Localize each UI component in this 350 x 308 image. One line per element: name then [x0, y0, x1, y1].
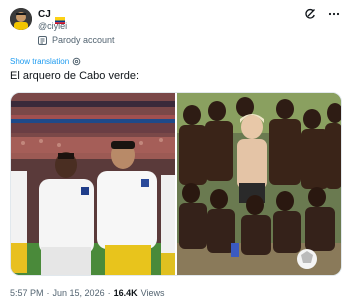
group-of-boys-photo[interactable] — [177, 93, 341, 275]
settings-gear-icon[interactable] — [72, 57, 81, 66]
tweet-time[interactable]: 5:57 PM — [10, 288, 44, 298]
tweet-text: El arquero de Cabo verde: — [10, 70, 140, 82]
more-icon[interactable] — [328, 8, 340, 20]
views-count: 16.4K — [113, 288, 138, 298]
tweet-date[interactable]: Jun 15, 2026 — [53, 288, 105, 298]
parody-mask-icon — [38, 35, 47, 45]
avatar[interactable] — [10, 8, 32, 30]
media-grid[interactable] — [10, 92, 342, 276]
parody-account-label: Parody account — [38, 35, 115, 45]
meta-separator-2: · — [107, 288, 111, 298]
meta-separator: · — [46, 288, 50, 298]
colombia-flag-icon — [54, 11, 65, 24]
football-team-lineup-photo[interactable] — [11, 93, 175, 275]
display-name[interactable]: CJ — [38, 9, 51, 20]
author-name-row[interactable]: CJ — [38, 8, 65, 24]
show-translation-link[interactable]: Show translation — [10, 57, 81, 66]
show-translation-label[interactable]: Show translation — [10, 57, 69, 66]
tweet-meta: 5:57 PM · Jun 15, 2026 · 16.4K Views — [10, 288, 164, 298]
author-handle[interactable]: @ciylei — [38, 21, 67, 31]
views-label: Views — [140, 288, 165, 298]
grok-icon[interactable] — [304, 8, 316, 20]
parody-label-text: Parody account — [52, 35, 115, 45]
